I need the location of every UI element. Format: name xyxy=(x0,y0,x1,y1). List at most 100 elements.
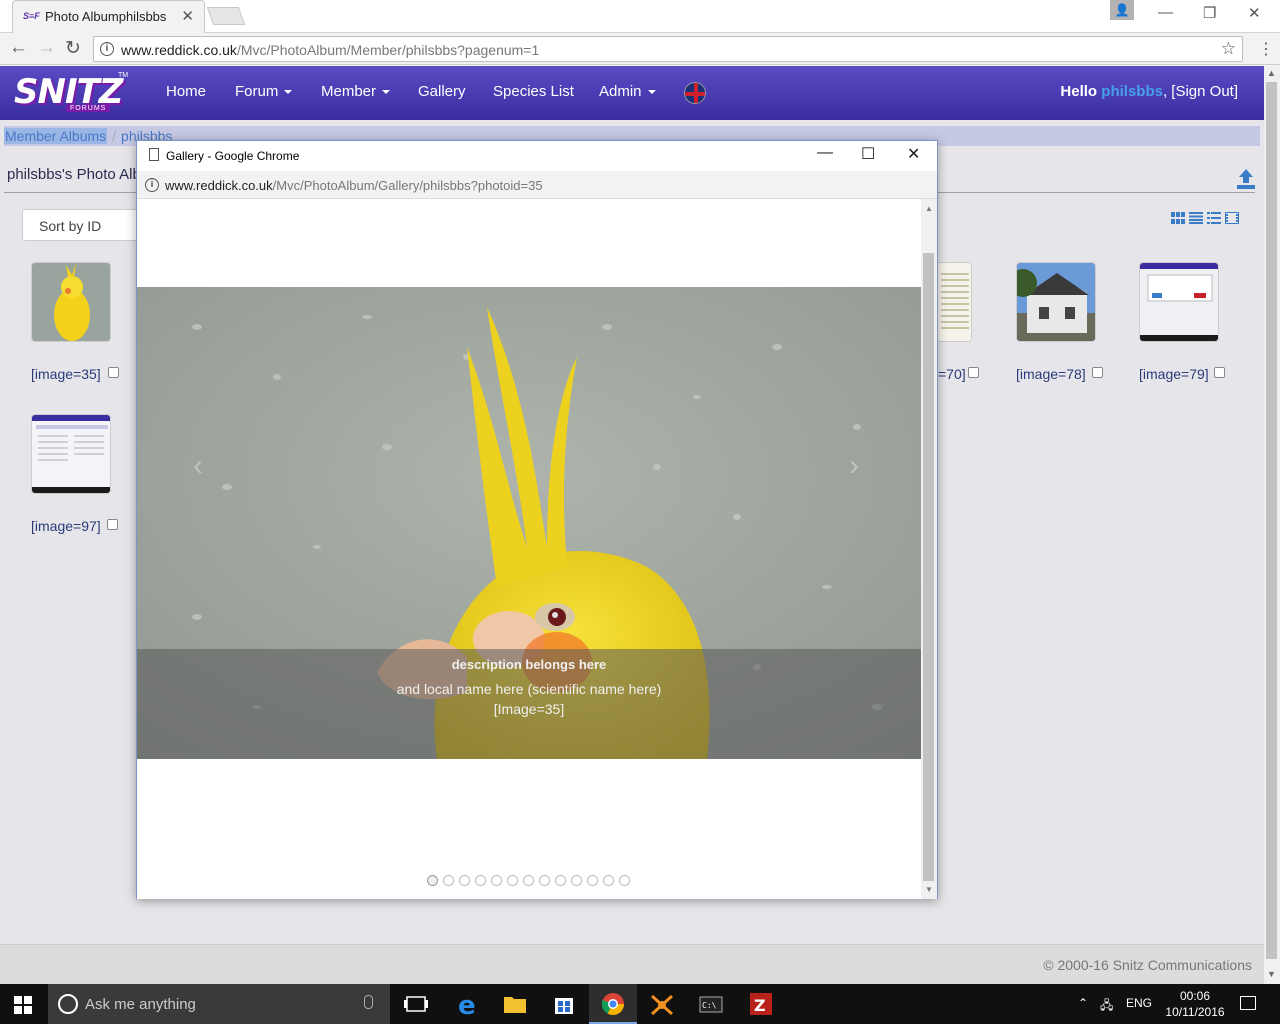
store-icon[interactable] xyxy=(540,984,588,1024)
grid-view-icon[interactable] xyxy=(1171,212,1185,224)
clock-date: 10/11/2016 xyxy=(1165,1005,1225,1019)
carousel-next-icon[interactable]: › xyxy=(849,449,859,483)
command-prompt-icon[interactable]: C:\ xyxy=(687,984,735,1024)
reload-icon[interactable]: ↻ xyxy=(65,37,81,60)
carousel-indicator-dot[interactable] xyxy=(539,875,550,886)
windows-start-icon[interactable] xyxy=(14,996,32,1014)
scroll-thumb[interactable] xyxy=(1266,82,1277,959)
microphone-icon[interactable] xyxy=(364,995,373,1009)
nav-admin[interactable]: Admin xyxy=(599,83,656,100)
thumbnail-image[interactable] xyxy=(31,262,111,342)
edge-icon[interactable]: e xyxy=(443,984,491,1024)
upload-icon[interactable] xyxy=(1236,168,1256,190)
browser-tab[interactable]: S≡F Photo Albumphilsbbs ✕ xyxy=(12,0,205,33)
carousel-indicator-dot[interactable] xyxy=(587,875,598,886)
sort-select[interactable]: Sort by ID xyxy=(22,209,152,241)
signout-link[interactable]: , [Sign Out] xyxy=(1163,83,1238,100)
uk-flag-icon[interactable] xyxy=(684,82,706,104)
thumbnail-image[interactable] xyxy=(1139,262,1219,342)
user-greeting: Hello philsbbs, [Sign Out] xyxy=(1060,83,1238,100)
detail-list-icon[interactable] xyxy=(1207,212,1221,224)
carousel-indicator-dot[interactable] xyxy=(443,875,454,886)
username-link[interactable]: philsbbs xyxy=(1101,83,1163,100)
caret-down-icon xyxy=(382,90,391,95)
show-hidden-icons[interactable]: ⌃ xyxy=(1078,996,1088,1010)
language-indicator[interactable]: ENG xyxy=(1126,996,1152,1010)
thumbnail-checkbox[interactable] xyxy=(108,367,119,378)
breadcrumb-separator: / xyxy=(112,128,117,144)
nav-home[interactable]: Home xyxy=(166,83,206,100)
scroll-thumb[interactable] xyxy=(923,253,934,881)
minimize-icon[interactable]: — xyxy=(1158,4,1173,21)
user-profile-icon[interactable]: 👤 xyxy=(1110,0,1134,20)
close-icon[interactable]: ✕ xyxy=(907,144,920,164)
carousel-indicator-dot[interactable] xyxy=(555,875,566,886)
close-window-icon[interactable]: ✕ xyxy=(1248,4,1261,22)
forward-icon[interactable]: → xyxy=(37,37,56,59)
maximize-icon[interactable]: ☐ xyxy=(861,144,875,164)
carousel-indicator-dot[interactable] xyxy=(427,875,438,886)
minimize-icon[interactable]: — xyxy=(817,144,833,162)
caption-names: and local name here (scientific name her… xyxy=(396,681,662,697)
chrome-menu-icon[interactable]: ⋮ xyxy=(1258,39,1274,59)
app-icon[interactable] xyxy=(638,984,686,1024)
clock-time: 00:06 xyxy=(1179,989,1211,1003)
thumbnail-checkbox[interactable] xyxy=(1214,367,1225,378)
carousel-indicator-dot[interactable] xyxy=(459,875,470,886)
info-icon[interactable]: i xyxy=(100,42,114,56)
popup-url-text: www.reddick.co.uk/Mvc/PhotoAlbum/Gallery… xyxy=(165,178,543,193)
filmstrip-view-icon[interactable] xyxy=(1225,212,1239,224)
nav-gallery[interactable]: Gallery xyxy=(418,83,466,100)
carousel-indicator-dot[interactable] xyxy=(603,875,614,886)
task-view-icon[interactable] xyxy=(392,984,440,1024)
popup-titlebar[interactable]: Gallery - Google Chrome — ☐ ✕ xyxy=(137,141,937,171)
carousel-indicator-dot[interactable] xyxy=(507,875,518,886)
carousel-indicator-dot[interactable] xyxy=(491,875,502,886)
clock[interactable]: 00:06 10/11/2016 xyxy=(1160,988,1230,1020)
page-scrollbar[interactable]: ▲ ▼ xyxy=(1264,66,1280,984)
scroll-up-icon[interactable]: ▲ xyxy=(1267,68,1276,78)
bookmark-star-icon[interactable]: ☆ xyxy=(1221,39,1236,59)
nav-species-list[interactable]: Species List xyxy=(493,83,574,100)
popup-scrollbar[interactable]: ▲ ▼ xyxy=(921,199,937,899)
popup-address-bar: i www.reddick.co.uk/Mvc/PhotoAlbum/Galle… xyxy=(137,171,937,199)
address-bar[interactable]: i www.reddick.co.uk/Mvc/PhotoAlbum/Membe… xyxy=(93,36,1243,62)
carousel-indicator-dot[interactable] xyxy=(523,875,534,886)
action-center-icon[interactable] xyxy=(1240,996,1256,1010)
thumbnail-checkbox[interactable] xyxy=(107,519,118,530)
carousel-indicator-dot[interactable] xyxy=(571,875,582,886)
photo-carousel[interactable]: ‹ › description belongs here and local n… xyxy=(137,287,921,759)
search-placeholder: Ask me anything xyxy=(85,996,196,1013)
scroll-down-icon[interactable]: ▼ xyxy=(1267,969,1276,979)
caret-down-icon xyxy=(284,90,293,95)
info-icon[interactable]: i xyxy=(145,178,159,192)
thumbnail-image[interactable] xyxy=(1016,262,1096,342)
thumbnail-label: [image=78] xyxy=(1016,366,1086,382)
carousel-indicator-dot[interactable] xyxy=(619,875,630,886)
thumbnail-image[interactable] xyxy=(31,414,111,494)
cortana-search-box[interactable]: Ask me anything xyxy=(48,984,390,1024)
url-text: www.reddick.co.uk/Mvc/PhotoAlbum/Member/… xyxy=(121,42,540,58)
carousel-indicator-dot[interactable] xyxy=(475,875,486,886)
close-tab-icon[interactable]: ✕ xyxy=(181,7,194,25)
scroll-up-icon[interactable]: ▲ xyxy=(925,204,933,213)
restore-icon[interactable]: ❐ xyxy=(1203,4,1216,22)
nav-member[interactable]: Member xyxy=(321,83,391,100)
nav-forum[interactable]: Forum xyxy=(235,83,293,100)
new-tab-button[interactable] xyxy=(206,7,246,25)
file-explorer-icon[interactable] xyxy=(491,984,539,1024)
chrome-taskbar-icon[interactable] xyxy=(589,984,637,1024)
snitz-logo[interactable]: SNITZ FORUMS TM xyxy=(14,72,128,114)
carousel-caption: description belongs here and local name … xyxy=(137,649,921,759)
thumbnail-checkbox[interactable] xyxy=(968,367,979,378)
gallery-popup-window: Gallery - Google Chrome — ☐ ✕ i www.redd… xyxy=(136,140,938,899)
list-view-icon[interactable] xyxy=(1189,212,1203,224)
carousel-prev-icon[interactable]: ‹ xyxy=(193,449,203,483)
cortana-icon xyxy=(58,994,78,1014)
thumbnail-checkbox[interactable] xyxy=(1092,367,1103,378)
scroll-down-icon[interactable]: ▼ xyxy=(925,885,933,894)
back-icon[interactable]: ← xyxy=(9,37,28,59)
network-icon[interactable]: 🖧 xyxy=(1100,996,1113,1017)
breadcrumb-member-albums[interactable]: Member Albums xyxy=(4,128,108,144)
filezilla-icon[interactable]: Z xyxy=(737,984,785,1024)
